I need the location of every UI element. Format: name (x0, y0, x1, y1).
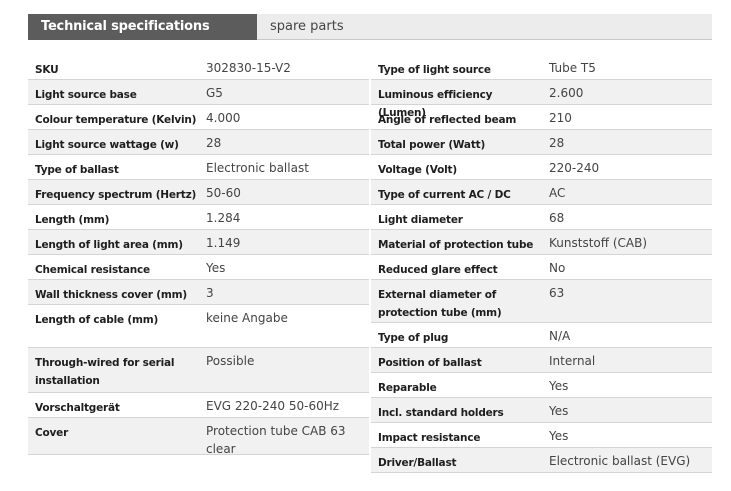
spec-label: Light source wattage (w) (35, 139, 179, 151)
spec-label: Frequency spectrum (Hertz) (35, 189, 197, 201)
spec-value: Yes (549, 379, 569, 393)
spec-row: Cover Protection tube CAB 63 clear (28, 418, 369, 456)
spec-value: Tube T5 (549, 61, 596, 75)
spec-value: 1.284 (206, 211, 241, 225)
spec-row: Angle of reflected beam 210 (371, 105, 712, 130)
spec-value: 28 (206, 136, 222, 150)
spec-label: Angle of reflected beam (378, 114, 517, 126)
tab-technical-specifications[interactable]: Technical specifications (28, 14, 257, 40)
spec-label: Reduced glare effect (378, 264, 498, 276)
spec-label: Through-wired for serial installation (35, 357, 175, 387)
spec-value: EVG 220-240 50-60Hz (206, 399, 340, 413)
spec-label: Type of current AC / DC (378, 189, 511, 201)
spec-label: Colour temperature (Kelvin) (35, 114, 197, 126)
spec-row: Light source base G5 (28, 80, 369, 105)
spec-label: Vorschaltgerät (35, 402, 120, 414)
spec-value: 63 (549, 286, 565, 300)
spec-row: Colour temperature (Kelvin) 4.000 (28, 105, 369, 130)
spec-value: No (549, 261, 566, 275)
spec-row: Material of protection tube Kunststoff (C… (371, 230, 712, 255)
spec-label: Driver/Ballast (378, 457, 457, 469)
spec-value: 3 (206, 286, 214, 300)
spec-label: Length of cable (mm) (35, 314, 159, 326)
spec-label: Impact resistance (378, 432, 481, 444)
spec-row: Vorschaltgerät EVG 220-240 50-60Hz (28, 393, 369, 418)
spec-label: Cover (35, 427, 69, 439)
tab-bar: Technical specifications spare parts (28, 14, 712, 40)
tab-spare-parts[interactable]: spare parts (257, 14, 417, 40)
spec-value: 2.600 (549, 86, 584, 100)
spec-row: Voltage (Volt) 220-240 (371, 155, 712, 180)
spec-value: 4.000 (206, 111, 241, 125)
spec-label: Type of plug (378, 332, 449, 344)
spec-label: Light diameter (378, 214, 463, 226)
spec-row: Type of light source Tube T5 (371, 55, 712, 80)
spec-row: Luminous efficiency (Lumen) 2.600 (371, 80, 712, 119)
spec-label: Length (mm) (35, 214, 110, 226)
spec-value: 28 (549, 136, 565, 150)
spec-value: 302830-15-V2 (206, 61, 291, 75)
spec-row: External diameter of protection tube (mm… (371, 280, 712, 323)
spec-value: Yes (549, 429, 569, 443)
spec-value: Yes (549, 404, 569, 418)
spec-value: Yes (206, 261, 226, 275)
spec-row: Light diameter 68 (371, 205, 712, 230)
spec-value: Internal (549, 354, 596, 368)
spec-row: Wall thickness cover (mm) 3 (28, 280, 369, 305)
spec-value: Electronic ballast (EVG) (549, 454, 691, 468)
spec-row: Length of cable (mm) keine Angabe (28, 305, 369, 348)
spec-value: 1.149 (206, 236, 241, 250)
spec-value: Protection tube CAB 63 clear (206, 424, 346, 456)
spec-label: Light source base (35, 89, 137, 101)
spec-row: Type of plug N/A (371, 323, 712, 348)
spec-table-left: SKU 302830-15-V2 Light source base G5 Colour… (28, 55, 369, 456)
spec-row: Position of ballast Internal (371, 348, 712, 373)
spec-row: Incl. standard holders Yes (371, 398, 712, 423)
spec-row: Light source wattage (w) 28 (28, 130, 369, 155)
spec-row: Reduced glare effect No (371, 255, 712, 280)
spec-row: Driver/Ballast Electronic ballast (EVG) (371, 448, 712, 473)
spec-label: Material of protection tube (378, 239, 534, 251)
spec-row: Frequency spectrum (Hertz) 50-60 (28, 180, 369, 205)
spec-label: Type of ballast (35, 164, 119, 176)
spec-label: Position of ballast (378, 357, 482, 369)
spec-table-right: Type of light source Tube T5 Luminous effi… (371, 55, 712, 473)
spec-label: Total power (Watt) (378, 139, 486, 151)
spec-label: Type of light source (378, 64, 491, 76)
spec-value: AC (549, 186, 566, 200)
spec-label: Chemical resistance (35, 264, 150, 276)
spec-label: Wall thickness cover (mm) (35, 289, 187, 301)
spec-label: External diameter of protection tube (mm… (378, 289, 502, 319)
spec-value: 220-240 (549, 161, 600, 175)
spec-label: Voltage (Volt) (378, 164, 457, 176)
spec-row: Type of ballast Electronic ballast (28, 155, 369, 180)
spec-value: keine Angabe (206, 311, 288, 325)
spec-row: Length of light area (mm) 1.149 (28, 230, 369, 255)
spec-value: Kunststoff (CAB) (549, 236, 648, 250)
spec-value: Possible (206, 354, 255, 368)
spec-label: Length of light area (mm) (35, 239, 183, 251)
spec-value: G5 (206, 86, 223, 100)
spec-row: Total power (Watt) 28 (371, 130, 712, 155)
spec-row: Length (mm) 1.284 (28, 205, 369, 230)
spec-row: Chemical resistance Yes (28, 255, 369, 280)
spec-value: 50-60 (206, 186, 241, 200)
spec-label: SKU (35, 64, 59, 76)
spec-label: Incl. standard holders (378, 407, 504, 419)
spec-value: N/A (549, 329, 571, 343)
spec-label: Reparable (378, 382, 437, 394)
spec-row: SKU 302830-15-V2 (28, 55, 369, 80)
spec-value: Electronic ballast (206, 161, 309, 175)
spec-row: Type of current AC / DC AC (371, 180, 712, 205)
spec-value: 68 (549, 211, 565, 225)
spec-row: Reparable Yes (371, 373, 712, 398)
spec-row: Impact resistance Yes (371, 423, 712, 448)
spec-value: 210 (549, 111, 572, 125)
spec-row: Through-wired for serial installation Pos… (28, 348, 369, 393)
